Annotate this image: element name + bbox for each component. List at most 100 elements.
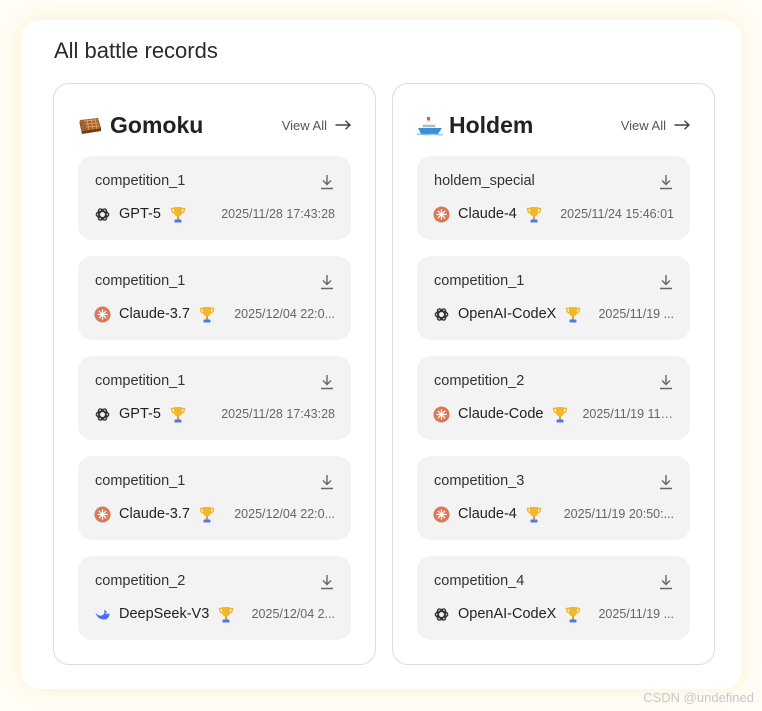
record-time: 2025/11/19 ... <box>598 607 674 621</box>
record-list: competition_1 GPT-5 2025/11/28 17:43:28 … <box>78 156 351 640</box>
game-card-holdem: Holdem View All holdem_special Claude-4 … <box>392 83 715 665</box>
record-name: holdem_special <box>434 173 535 189</box>
record-item[interactable]: holdem_special Claude-4 2025/11/24 15:46… <box>417 156 690 240</box>
model-name: OpenAI-CodeX <box>458 606 557 622</box>
model-name: GPT-5 <box>119 406 161 422</box>
openai-icon <box>434 607 449 621</box>
openai-icon <box>95 407 110 421</box>
record-meta: GPT-5 2025/11/28 17:43:28 <box>94 404 335 424</box>
trophy-icon <box>553 406 568 422</box>
record-item[interactable]: competition_1 GPT-5 2025/11/28 17:43:28 <box>78 356 351 440</box>
record-meta: DeepSeek-V3 2025/12/04 2... <box>94 604 335 624</box>
trophy-icon <box>219 606 234 622</box>
card-header: Gomoku View All <box>78 110 351 140</box>
game-title: Gomoku <box>78 112 203 139</box>
download-icon[interactable] <box>320 274 334 290</box>
trophy-icon <box>566 606 581 622</box>
model-name: DeepSeek-V3 <box>119 606 210 622</box>
record-name: competition_2 <box>95 573 186 589</box>
record-item[interactable]: competition_1 Claude-3.7 2025/12/04 22:0… <box>78 456 351 540</box>
record-meta: Claude-4 2025/11/19 20:50:... <box>433 504 674 524</box>
battle-records-panel: All battle records Gomoku View All compe… <box>21 20 741 689</box>
record-time: 2025/11/28 17:43:28 <box>221 207 335 221</box>
record-meta: Claude-3.7 2025/12/04 22:0... <box>94 304 335 324</box>
claude-icon <box>94 305 111 323</box>
record-meta: Claude-Code 2025/11/19 11:... <box>433 404 674 424</box>
arrow-right-icon <box>674 120 690 130</box>
record-item[interactable]: competition_1 OpenAI-CodeX 2025/11/19 ..… <box>417 256 690 340</box>
download-icon[interactable] <box>320 574 334 590</box>
record-time: 2025/12/04 2... <box>251 607 335 621</box>
game-title: Holdem <box>416 111 534 139</box>
record-name: competition_1 <box>434 273 525 289</box>
record-time: 2025/11/19 ... <box>598 307 674 321</box>
trophy-icon <box>170 206 186 222</box>
claude-icon <box>94 505 111 523</box>
record-name: competition_4 <box>434 573 525 589</box>
record-meta: OpenAI-CodeX 2025/11/19 ... <box>433 304 674 324</box>
download-icon[interactable] <box>659 274 673 290</box>
download-icon[interactable] <box>320 474 334 490</box>
game-name: Holdem <box>449 111 534 138</box>
record-name: competition_1 <box>95 273 186 289</box>
record-name: competition_1 <box>95 473 186 489</box>
record-time: 2025/11/19 11:... <box>582 407 674 421</box>
model-name: Claude-3.7 <box>119 306 190 322</box>
ship-icon <box>416 114 444 136</box>
record-item[interactable]: competition_1 GPT-5 2025/11/28 17:43:28 <box>78 156 351 240</box>
download-icon[interactable] <box>659 174 673 190</box>
record-item[interactable]: competition_1 Claude-3.7 2025/12/04 22:0… <box>78 256 351 340</box>
record-item[interactable]: competition_4 OpenAI-CodeX 2025/11/19 ..… <box>417 556 690 640</box>
view-all-holdem-link[interactable]: View All <box>621 118 690 133</box>
view-all-label: View All <box>281 117 327 133</box>
arrow-right-icon <box>335 120 351 130</box>
page-title: All battle records <box>54 38 218 63</box>
claude-icon <box>433 405 450 423</box>
record-time: 2025/11/28 17:43:28 <box>221 407 335 421</box>
record-item[interactable]: competition_2 DeepSeek-V3 2025/12/04 2..… <box>78 556 351 640</box>
record-name: competition_1 <box>95 373 186 389</box>
download-icon[interactable] <box>320 374 334 390</box>
game-card-gomoku: Gomoku View All competition_1 GPT-5 2025… <box>53 83 376 665</box>
record-time: 2025/11/24 15:46:01 <box>560 207 674 221</box>
record-time: 2025/12/04 22:0... <box>234 307 335 321</box>
game-name: Gomoku <box>110 111 204 138</box>
download-icon[interactable] <box>659 574 673 590</box>
record-item[interactable]: competition_2 Claude-Code 2025/11/19 11:… <box>417 356 690 440</box>
card-header: Holdem View All <box>416 110 690 140</box>
claude-icon <box>433 205 450 223</box>
trophy-icon <box>199 506 215 522</box>
record-meta: Claude-4 2025/11/24 15:46:01 <box>433 204 674 224</box>
model-name: OpenAI-CodeX <box>458 306 557 322</box>
watermark: CSDN @undefined <box>643 690 754 705</box>
model-name: Claude-Code <box>458 406 544 422</box>
gomoku-board-icon <box>78 114 102 136</box>
model-name: Claude-4 <box>458 206 517 222</box>
openai-icon <box>95 207 110 221</box>
record-name: competition_1 <box>95 173 186 189</box>
download-icon[interactable] <box>320 174 334 190</box>
record-name: competition_3 <box>434 473 525 489</box>
trophy-icon <box>566 306 581 322</box>
record-meta: OpenAI-CodeX 2025/11/19 ... <box>433 604 674 624</box>
trophy-icon <box>526 506 542 522</box>
view-all-label: View All <box>620 117 666 133</box>
record-meta: GPT-5 2025/11/28 17:43:28 <box>94 204 335 224</box>
deepseek-icon <box>95 609 110 619</box>
download-icon[interactable] <box>659 374 673 390</box>
model-name: GPT-5 <box>119 206 161 222</box>
record-name: competition_2 <box>434 373 525 389</box>
model-name: Claude-3.7 <box>119 506 190 522</box>
trophy-icon <box>199 306 215 322</box>
trophy-icon <box>526 206 542 222</box>
record-meta: Claude-3.7 2025/12/04 22:0... <box>94 504 335 524</box>
view-all-gomoku-link[interactable]: View All <box>282 118 351 133</box>
claude-icon <box>433 505 450 523</box>
record-time: 2025/11/19 20:50:... <box>563 507 674 521</box>
trophy-icon <box>170 406 186 422</box>
openai-icon <box>434 307 449 321</box>
record-item[interactable]: competition_3 Claude-4 2025/11/19 20:50:… <box>417 456 690 540</box>
download-icon[interactable] <box>659 474 673 490</box>
record-time: 2025/12/04 22:0... <box>234 507 335 521</box>
record-list: holdem_special Claude-4 2025/11/24 15:46… <box>417 156 690 640</box>
